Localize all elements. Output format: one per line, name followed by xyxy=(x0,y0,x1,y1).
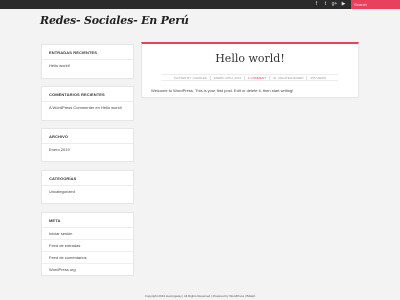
meta-divider xyxy=(244,75,246,80)
facebook-icon[interactable]: f xyxy=(312,0,321,9)
twitter-icon[interactable]: t xyxy=(321,0,330,9)
category-link[interactable]: Uncategorized xyxy=(42,186,133,197)
post-card: Hello world! POSTED BY: CHARLES ENERO 29… xyxy=(141,42,359,98)
youtube-icon[interactable]: ▶ xyxy=(339,0,348,9)
widget-title: ENTRADAS RECIENTES xyxy=(42,45,133,60)
widget-meta: META Iniciar sesión Feed de entradas Fee… xyxy=(41,212,134,276)
google-plus-icon[interactable]: g+ xyxy=(330,0,339,9)
meta-link-entries-feed[interactable]: Feed de entradas xyxy=(42,240,133,252)
site-title[interactable]: Redes- Sociales- En Perú xyxy=(40,14,189,27)
post-comments-link[interactable]: 1 COMMENT xyxy=(248,76,266,80)
meta-link-login[interactable]: Iniciar sesión xyxy=(42,228,133,240)
post-title[interactable]: Hello world! xyxy=(142,52,358,65)
post-author[interactable]: POSTED BY: CHARLES xyxy=(174,76,207,80)
post-date[interactable]: ENERO 29TH, 2019 xyxy=(214,76,241,80)
search-box xyxy=(351,0,400,9)
social-links: f t g+ ▶ xyxy=(312,0,348,9)
post-category[interactable]: IN: UNCATEGORIZED xyxy=(273,76,303,80)
widget-title: ARCHIVO xyxy=(42,129,133,144)
post-meta: POSTED BY: CHARLES ENERO 29TH, 2019 1 CO… xyxy=(162,74,338,81)
archive-link[interactable]: Enero 2019 xyxy=(42,144,133,155)
widget-title: CATEGORÍAS xyxy=(42,171,133,186)
search-input[interactable] xyxy=(354,0,400,9)
widget-categories: CATEGORÍAS Uncategorized xyxy=(41,170,134,204)
widget-recent-comments: COMENTARIOS RECIENTES A WordPress Commen… xyxy=(41,86,134,121)
widget-title: COMENTARIOS RECIENTES xyxy=(42,87,133,102)
widget-recent-posts: ENTRADAS RECIENTES Hello world! xyxy=(41,44,134,79)
meta-link-comments-feed[interactable]: Feed de comentarios xyxy=(42,252,133,264)
recent-comment-link[interactable]: A WordPress Commenter en Hello world! xyxy=(42,102,133,113)
meta-divider xyxy=(269,75,271,80)
post-excerpt: Welcome to WordPress. This is your first… xyxy=(151,88,294,93)
meta-link-wordpress-org[interactable]: WordPress.org xyxy=(42,264,133,275)
widget-title: META xyxy=(42,213,133,228)
widget-archive: ARCHIVO Enero 2019 xyxy=(41,128,134,162)
meta-divider xyxy=(306,75,308,80)
recent-post-link[interactable]: Hello world! xyxy=(42,60,133,71)
meta-divider xyxy=(209,75,211,80)
footer-copyright: Copyright 2013 Hemingway | All Rights Re… xyxy=(144,294,256,298)
post-views: 256 VIEWS xyxy=(310,75,326,80)
